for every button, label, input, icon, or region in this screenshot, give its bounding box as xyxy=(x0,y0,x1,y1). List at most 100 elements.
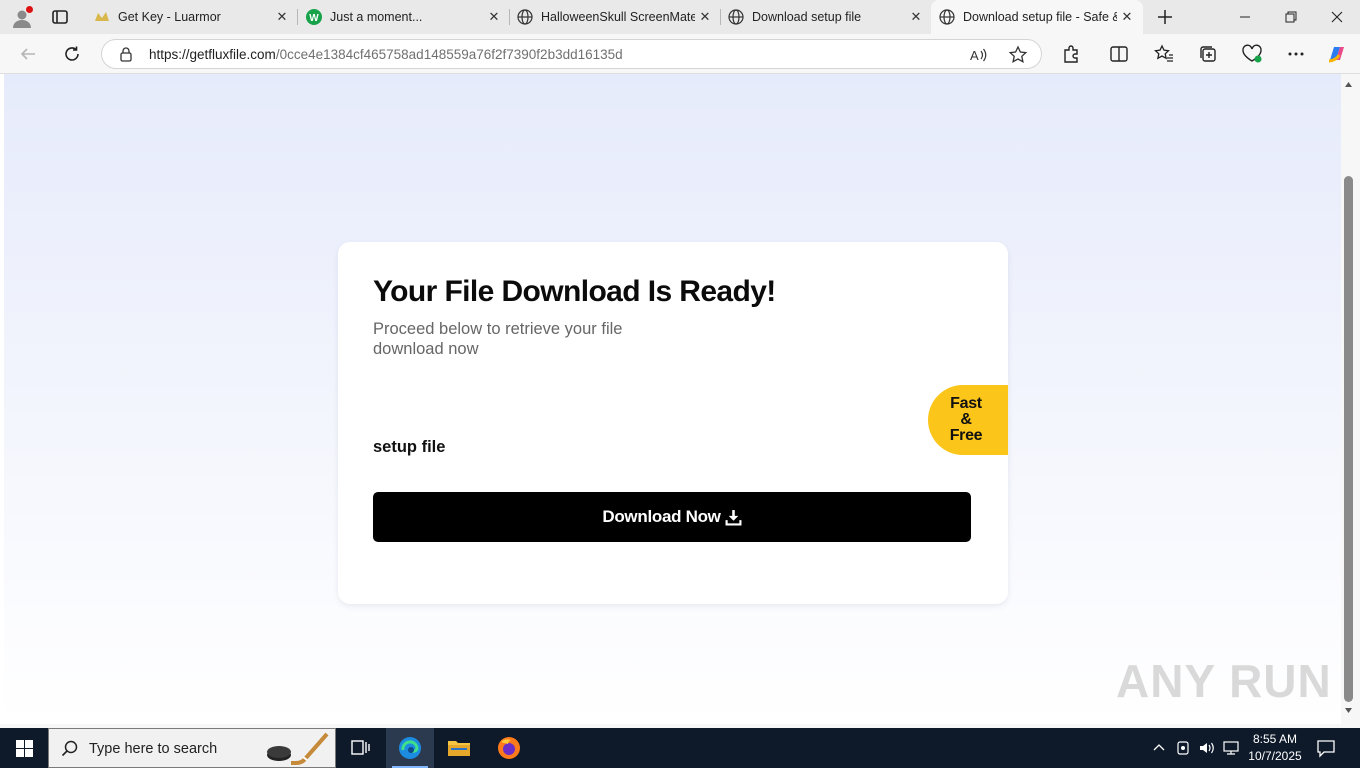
taskbar-firefox[interactable] xyxy=(485,728,533,768)
profile-button[interactable] xyxy=(10,6,34,30)
url-text[interactable]: https://getfluxfile.com/0cce4e1384cf4657… xyxy=(149,47,623,62)
task-view-button[interactable] xyxy=(336,728,384,768)
scrollbar-thumb[interactable] xyxy=(1344,176,1353,702)
tab-title: Download setup file - Safe & Fast xyxy=(963,10,1117,24)
close-tab-icon[interactable]: ✕ xyxy=(272,7,292,27)
close-tab-icon[interactable]: ✕ xyxy=(1117,7,1137,27)
search-placeholder: Type here to search xyxy=(89,741,218,757)
restore-icon xyxy=(1285,11,1297,23)
new-tab-button[interactable] xyxy=(1152,6,1178,28)
favorites-icon xyxy=(1154,44,1173,62)
url-path: /0cce4e1384cf465758ad148559a76f2f7390f2b… xyxy=(275,47,623,62)
back-arrow-icon xyxy=(20,48,35,60)
more-icon xyxy=(1288,52,1304,56)
plus-icon xyxy=(1158,10,1172,24)
close-window-button[interactable] xyxy=(1314,0,1360,34)
tab-halloweenskull[interactable]: HalloweenSkull ScreenMate ✕ xyxy=(509,0,721,34)
copilot-button[interactable] xyxy=(1323,41,1351,67)
split-screen-icon xyxy=(1110,46,1128,62)
watermark-text: ANY RUN xyxy=(1116,655,1332,707)
tab-title: Get Key - Luarmor xyxy=(118,10,221,24)
meet-now-icon xyxy=(1177,741,1189,755)
tab-download-setup[interactable]: Download setup file ✕ xyxy=(720,0,932,34)
tab-title: Download setup file xyxy=(752,10,862,24)
show-hidden-icons[interactable] xyxy=(1150,738,1168,758)
folder-icon xyxy=(448,741,470,756)
favorites-button[interactable] xyxy=(1150,41,1178,67)
back-button[interactable] xyxy=(14,41,42,67)
taskbar-search-box[interactable]: Type here to search xyxy=(48,728,336,768)
copilot-icon xyxy=(1328,47,1344,63)
close-icon xyxy=(1331,11,1343,23)
extensions-button[interactable] xyxy=(1057,41,1085,67)
globe-icon xyxy=(517,9,533,25)
volume-icon xyxy=(1200,742,1214,754)
split-screen-button[interactable] xyxy=(1105,41,1133,67)
page-heading: Your File Download Is Ready! xyxy=(373,275,776,308)
network-icon xyxy=(1223,741,1239,755)
collections-icon xyxy=(1200,46,1216,62)
taskbar-edge[interactable] xyxy=(386,728,434,768)
scroll-up-icon[interactable] xyxy=(1344,80,1353,89)
fast-free-badge: Fast & Free xyxy=(928,385,1008,455)
badge-label: Fast & Free xyxy=(949,395,983,444)
windows-logo-icon xyxy=(15,739,33,757)
tab-title: Just a moment... xyxy=(330,10,423,24)
browser-toolbar: https://getfluxfile.com/0cce4e1384cf4657… xyxy=(0,34,1360,74)
browser-essentials-button[interactable] xyxy=(1238,41,1266,67)
w-logo-icon: W xyxy=(306,9,322,25)
tab-get-key[interactable]: Get Key - Luarmor ✕ xyxy=(86,0,298,34)
firefox-icon xyxy=(498,737,520,759)
edge-icon xyxy=(399,737,421,759)
taskbar-file-explorer[interactable] xyxy=(435,728,483,768)
globe-icon xyxy=(728,9,744,25)
download-card: Your File Download Is Ready! Proceed bel… xyxy=(338,242,1008,604)
taskbar: Type here to search 8:55 AM 10/7/2025 xyxy=(0,728,1360,768)
collections-button[interactable] xyxy=(1194,41,1222,67)
page-viewport: Your File Download Is Ready! Proceed bel… xyxy=(4,74,1341,724)
scroll-down-icon[interactable] xyxy=(1344,706,1353,715)
notifications-button[interactable] xyxy=(1316,738,1336,763)
hockey-search-highlight-icon xyxy=(267,732,329,765)
minimize-icon xyxy=(1240,16,1250,18)
add-favorite-icon[interactable] xyxy=(1008,45,1028,70)
vertical-scrollbar[interactable] xyxy=(1341,74,1356,724)
svg-text:A: A xyxy=(970,48,979,63)
svg-text:W: W xyxy=(309,13,319,24)
start-button[interactable] xyxy=(0,728,48,768)
tray-volume[interactable] xyxy=(1198,738,1216,758)
anyrun-watermark: ANY RUN xyxy=(1116,654,1332,708)
puzzle-icon xyxy=(1064,45,1078,63)
download-button-label: Download Now xyxy=(602,507,721,526)
read-aloud-icon[interactable]: A xyxy=(968,45,988,70)
refresh-icon xyxy=(65,46,79,61)
file-name: setup file xyxy=(373,438,446,456)
clock-time: 8:55 AM xyxy=(1252,732,1298,746)
minimize-button[interactable] xyxy=(1222,0,1268,34)
taskbar-clock[interactable]: 8:55 AM 10/7/2025 xyxy=(1240,731,1310,765)
tab-strip: Get Key - Luarmor ✕ W Just a moment... ✕… xyxy=(0,0,1360,34)
settings-menu-button[interactable] xyxy=(1282,41,1310,67)
download-now-button[interactable]: Download Now xyxy=(373,492,971,542)
restore-button[interactable] xyxy=(1268,0,1314,34)
tab-title: HalloweenSkull ScreenMate xyxy=(541,10,695,24)
luarmor-icon xyxy=(94,9,110,25)
lock-icon[interactable] xyxy=(118,46,134,67)
tray-device[interactable] xyxy=(1174,738,1192,758)
window-frame xyxy=(1356,74,1360,728)
close-tab-icon[interactable]: ✕ xyxy=(484,7,504,27)
download-icon xyxy=(725,509,742,525)
close-tab-icon[interactable]: ✕ xyxy=(906,7,926,27)
close-tab-icon[interactable]: ✕ xyxy=(695,7,715,27)
clock-date: 10/7/2025 xyxy=(1248,749,1302,763)
url-host: https://getfluxfile.com xyxy=(149,47,276,62)
page-subtitle: Proceed below to retrieve your file down… xyxy=(373,320,623,358)
tray-network[interactable] xyxy=(1222,738,1240,758)
tab-download-setup-active[interactable]: Download setup file - Safe & Fast ✕ xyxy=(931,0,1143,34)
address-bar[interactable]: https://getfluxfile.com/0cce4e1384cf4657… xyxy=(101,39,1042,69)
heartbeat-icon xyxy=(1242,44,1262,63)
tab-just-a-moment[interactable]: W Just a moment... ✕ xyxy=(298,0,510,34)
tab-actions-button[interactable] xyxy=(50,7,70,27)
refresh-button[interactable] xyxy=(58,41,86,67)
notification-icon xyxy=(1317,740,1335,758)
